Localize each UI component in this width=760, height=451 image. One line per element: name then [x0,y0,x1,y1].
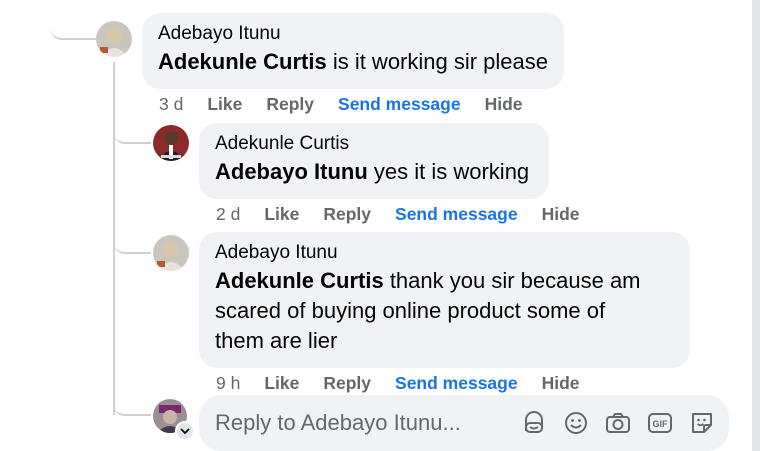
thread-line [50,0,96,40]
comment-body: is it working sir please [326,49,549,74]
comment-text: Adebayo Itunu yes it is working [215,157,533,187]
comment-author[interactable]: Adebayo Itunu [158,21,548,47]
gif-icon[interactable]: GIF [646,409,674,437]
avatar-dropdown-icon[interactable] [175,421,195,441]
comment-actions: 9 h Like Reply Send message Hide [216,371,604,395]
timestamp[interactable]: 3 d [159,94,183,115]
hide-button[interactable]: Hide [485,94,523,115]
svg-text:GIF: GIF [653,419,669,429]
comment-actions: 3 d Like Reply Send message Hide [159,92,547,116]
timestamp[interactable]: 2 d [216,204,240,225]
comment-body: thank you sir because am [383,268,641,293]
send-message-button[interactable]: Send message [338,94,461,115]
camera-icon[interactable] [604,409,632,437]
avatar[interactable] [153,235,189,271]
timestamp[interactable]: 9 h [216,373,240,394]
comment-author[interactable]: Adebayo Itunu [215,240,674,266]
reply-button[interactable]: Reply [323,373,371,394]
thread-line [113,390,151,416]
comment-bubble: Adebayo Itunu Adekunle Curtis thank you … [199,232,690,368]
like-button[interactable]: Like [207,94,242,115]
reply-box: GIF [199,395,729,451]
comment-author[interactable]: Adekunle Curtis [215,131,533,157]
reply-button[interactable]: Reply [323,204,371,225]
hide-button[interactable]: Hide [542,204,580,225]
avatar[interactable] [153,125,189,161]
comment-text: them are lier [215,328,338,353]
hide-button[interactable]: Hide [542,373,580,394]
thread-line [113,120,151,144]
emoji-icon[interactable] [562,409,590,437]
comment-text: Adekunle Curtis thank you sir because am [215,266,674,296]
comment-actions: 2 d Like Reply Send message Hide [216,202,604,226]
thread-line [113,230,151,254]
send-message-button[interactable]: Send message [395,373,518,394]
comment-bubble: Adekunle Curtis Adebayo Itunu yes it is … [199,123,549,199]
comment-body: yes it is working [367,159,530,184]
like-button[interactable]: Like [264,204,299,225]
comments-panel: Adebayo Itunu Adekunle Curtis is it work… [0,0,752,451]
avatar[interactable] [96,21,132,57]
reply-button[interactable]: Reply [266,94,314,115]
reply-input[interactable] [215,410,505,436]
avatar-sticker-icon[interactable] [520,409,548,437]
comment-text: Adekunle Curtis is it working sir please [158,47,548,77]
mention-link[interactable]: Adekunle Curtis [158,49,327,74]
comment-bubble: Adebayo Itunu Adekunle Curtis is it work… [142,13,564,89]
mention-link[interactable]: Adekunle Curtis [215,268,384,293]
send-message-button[interactable]: Send message [395,204,518,225]
mention-link[interactable]: Adebayo Itunu [215,159,368,184]
scrollbar-track[interactable] [752,0,760,451]
sticker-icon[interactable] [688,409,716,437]
comment-text: scared of buying online product some of [215,298,606,323]
like-button[interactable]: Like [264,373,299,394]
